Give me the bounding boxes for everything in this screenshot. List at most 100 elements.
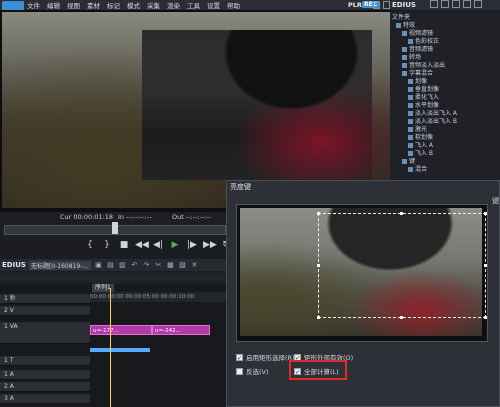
effect-icon: [408, 87, 413, 92]
effect-icon: [408, 167, 413, 172]
tree-item[interactable]: 激光: [408, 126, 427, 133]
dialog-title: 亮度键: [230, 183, 251, 191]
copy-icon[interactable]: ▦: [166, 261, 175, 269]
time-ruler[interactable]: 00:00:00:00 00:00:05:00 00:00:10:00: [90, 292, 230, 302]
menu-settings[interactable]: 设置: [207, 0, 220, 10]
rewind-icon[interactable]: ◀◀: [135, 240, 149, 251]
cut-icon[interactable]: ✂: [154, 261, 163, 269]
tree-item[interactable]: 垂直划像: [408, 86, 439, 93]
fast-forward-icon[interactable]: ▶▶: [203, 240, 217, 251]
tree-item[interactable]: 视频滤镜: [402, 30, 433, 37]
track-label[interactable]: 2 A: [0, 382, 90, 392]
menu-capture[interactable]: 采集: [147, 0, 160, 10]
dialog-side-label: 键: [492, 197, 499, 205]
step-back-icon[interactable]: ◀|: [152, 240, 164, 251]
track-label[interactable]: 1 VA: [0, 322, 90, 344]
menu-help[interactable]: 帮助: [227, 0, 240, 10]
selection-handle[interactable]: [317, 212, 320, 215]
rectangle-selection[interactable]: [318, 213, 486, 318]
tree-item[interactable]: 柔化飞入: [408, 94, 439, 101]
folder-icon: [402, 159, 407, 164]
tree-item[interactable]: 转场: [402, 54, 421, 61]
redo-icon[interactable]: ↷: [142, 261, 151, 269]
menu-clip[interactable]: 素材: [87, 0, 100, 10]
tree-item[interactable]: 特效: [396, 22, 415, 29]
tree-item[interactable]: 划像: [408, 78, 427, 85]
new-icon[interactable]: ▣: [94, 261, 103, 269]
selection-handle[interactable]: [317, 264, 320, 267]
delete-icon[interactable]: ✕: [190, 261, 199, 269]
minimize-icon[interactable]: [373, 1, 380, 9]
tree-item[interactable]: 音频淡入淡出: [402, 62, 445, 69]
plr-label[interactable]: PLR: [348, 1, 362, 9]
search-icon[interactable]: [463, 0, 471, 8]
clip[interactable]: u=-242...: [152, 325, 210, 335]
enable-rect-checkbox[interactable]: ✓ 启用矩形选择(R): [236, 352, 295, 362]
save-icon[interactable]: ▥: [118, 261, 127, 269]
tree-item[interactable]: 键: [402, 158, 415, 165]
menubar: 文件 编辑 视图 素材 标记 模式 采集 渲染 工具 设置 帮助: [0, 0, 390, 10]
transport-controls: { } ■ ◀◀ ◀| ▶ |▶ ▶▶ ↻ ●: [84, 240, 249, 251]
list-icon[interactable]: [441, 0, 449, 8]
tree-item[interactable]: 混合: [408, 166, 427, 173]
menu-mode[interactable]: 模式: [127, 0, 140, 10]
menu-view[interactable]: 视图: [67, 0, 80, 10]
checkbox-box[interactable]: [236, 367, 243, 375]
open-icon[interactable]: ▤: [106, 261, 115, 269]
clip[interactable]: u=-177...: [90, 325, 152, 335]
tree-item[interactable]: 淡入淡出飞入 B: [408, 118, 457, 125]
project-name[interactable]: 无标题[0-160819-...: [28, 260, 91, 270]
track-label[interactable]: 2 V: [0, 306, 90, 316]
folder-icon: [402, 63, 407, 68]
track-label[interactable]: 1 秒: [0, 294, 90, 304]
track-label[interactable]: 3 A: [0, 394, 90, 404]
set-out-icon[interactable]: }: [101, 240, 113, 251]
folder-icon[interactable]: [430, 0, 438, 8]
close-icon[interactable]: [474, 0, 482, 8]
tree-item[interactable]: 色彩校正: [408, 38, 439, 45]
effect-icon: [408, 111, 413, 116]
set-in-icon[interactable]: {: [84, 240, 96, 251]
tree-item[interactable]: 飞入 B: [408, 150, 433, 157]
track-label[interactable]: 1 A: [0, 370, 90, 380]
play-icon[interactable]: ▶: [169, 240, 181, 251]
menu-render[interactable]: 渲染: [167, 0, 180, 10]
scrub-handle[interactable]: [112, 222, 118, 234]
tree-item[interactable]: 字幕混合: [402, 70, 433, 77]
folder-icon: [402, 55, 407, 60]
selection-handle[interactable]: [400, 316, 403, 319]
tree-item[interactable]: 淡入淡出飞入 A: [408, 110, 457, 117]
invert-checkbox[interactable]: 反选(V): [236, 366, 269, 376]
edius-logo: [2, 0, 24, 10]
menu-edit[interactable]: 编辑: [47, 0, 60, 10]
menu-tools[interactable]: 工具: [187, 0, 200, 10]
folder-icon: [402, 71, 407, 76]
effect-icon: [408, 127, 413, 132]
tree-item[interactable]: 软划像: [408, 134, 433, 141]
selection-handle[interactable]: [484, 264, 487, 267]
grid-icon[interactable]: [452, 0, 460, 8]
audio-clip-bar[interactable]: [90, 348, 150, 352]
playhead-line[interactable]: [110, 288, 111, 407]
checkbox-box[interactable]: ✓: [236, 353, 243, 362]
effect-icon: [408, 79, 413, 84]
selection-handle[interactable]: [400, 212, 403, 215]
selection-handle[interactable]: [484, 316, 487, 319]
paste-icon[interactable]: ▧: [178, 261, 187, 269]
tree-item[interactable]: 音频滤镜: [402, 46, 433, 53]
menu-marker[interactable]: 标记: [107, 0, 120, 10]
selection-handle[interactable]: [317, 316, 320, 319]
undo-icon[interactable]: ↶: [130, 261, 139, 269]
tree-item[interactable]: 飞入 A: [408, 142, 433, 149]
selection-handle[interactable]: [484, 212, 487, 215]
maximize-icon[interactable]: [383, 1, 390, 9]
effect-icon: [408, 103, 413, 108]
effect-icon: [408, 151, 413, 156]
out-point: Out --:--:--:--: [172, 213, 212, 221]
tree-item[interactable]: 水平划像: [408, 102, 439, 109]
timeline-app-label: EDIUS: [2, 261, 26, 269]
stop-icon[interactable]: ■: [118, 240, 130, 251]
step-forward-icon[interactable]: |▶: [186, 240, 198, 251]
menu-file[interactable]: 文件: [27, 0, 40, 10]
track-label[interactable]: 1 T: [0, 356, 90, 366]
